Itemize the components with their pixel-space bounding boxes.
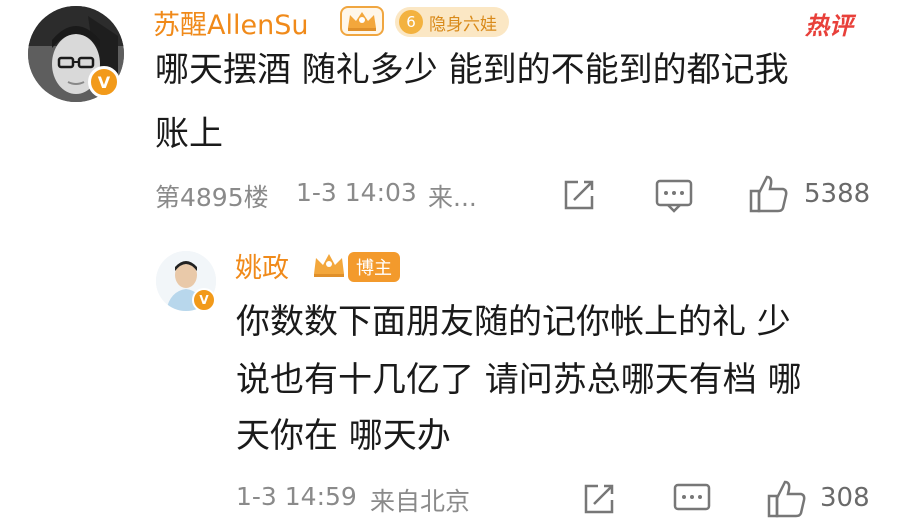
comment-time: 1-3 14:03 <box>296 178 417 207</box>
reply-text-line-2: 说也有十几亿了 请问苏总哪天有档 哪 <box>236 360 802 400</box>
crown-icon[interactable] <box>340 6 384 36</box>
like-icon[interactable] <box>748 173 790 215</box>
reply-time: 1-3 14:59 <box>236 482 357 511</box>
verified-label: V <box>97 72 111 92</box>
level-badge[interactable]: 6 隐身六娃 <box>395 7 509 37</box>
reply-verified-badge: V <box>192 288 216 312</box>
comment-source: 来... <box>428 183 477 212</box>
reply-source: 来自北京 <box>370 487 471 516</box>
hot-comment-tag: 热评 <box>805 12 853 40</box>
comment-floor: 第4895楼 <box>155 183 269 212</box>
verified-badge: V <box>88 66 120 98</box>
reply-like-count: 308 <box>820 483 870 513</box>
like-count: 5388 <box>804 179 871 209</box>
comment-username[interactable]: 苏醒AllenSu <box>153 3 308 42</box>
reply-text-line-3: 天你在 哪天办 <box>236 416 451 456</box>
reply-like-icon[interactable] <box>766 478 808 520</box>
level-number: 6 <box>399 10 423 34</box>
share-icon[interactable] <box>560 176 598 214</box>
reply-text-line-1: 你数数下面朋友随的记你帐上的礼 少 <box>236 302 791 342</box>
author-badge: 博主 <box>348 252 400 282</box>
crown-icon[interactable] <box>310 250 348 280</box>
comment-text-line-2: 账上 <box>155 114 223 154</box>
reply-share-icon[interactable] <box>580 480 618 518</box>
reply-verified-label: V <box>199 293 209 307</box>
level-label: 隐身六娃 <box>429 14 497 35</box>
comment-text-line-1: 哪天摆酒 随礼多少 能到的不能到的都记我 <box>155 50 789 90</box>
comment-icon[interactable] <box>654 178 694 214</box>
reply-username[interactable]: 姚政 <box>235 246 289 285</box>
reply-comment-icon[interactable] <box>672 482 712 518</box>
